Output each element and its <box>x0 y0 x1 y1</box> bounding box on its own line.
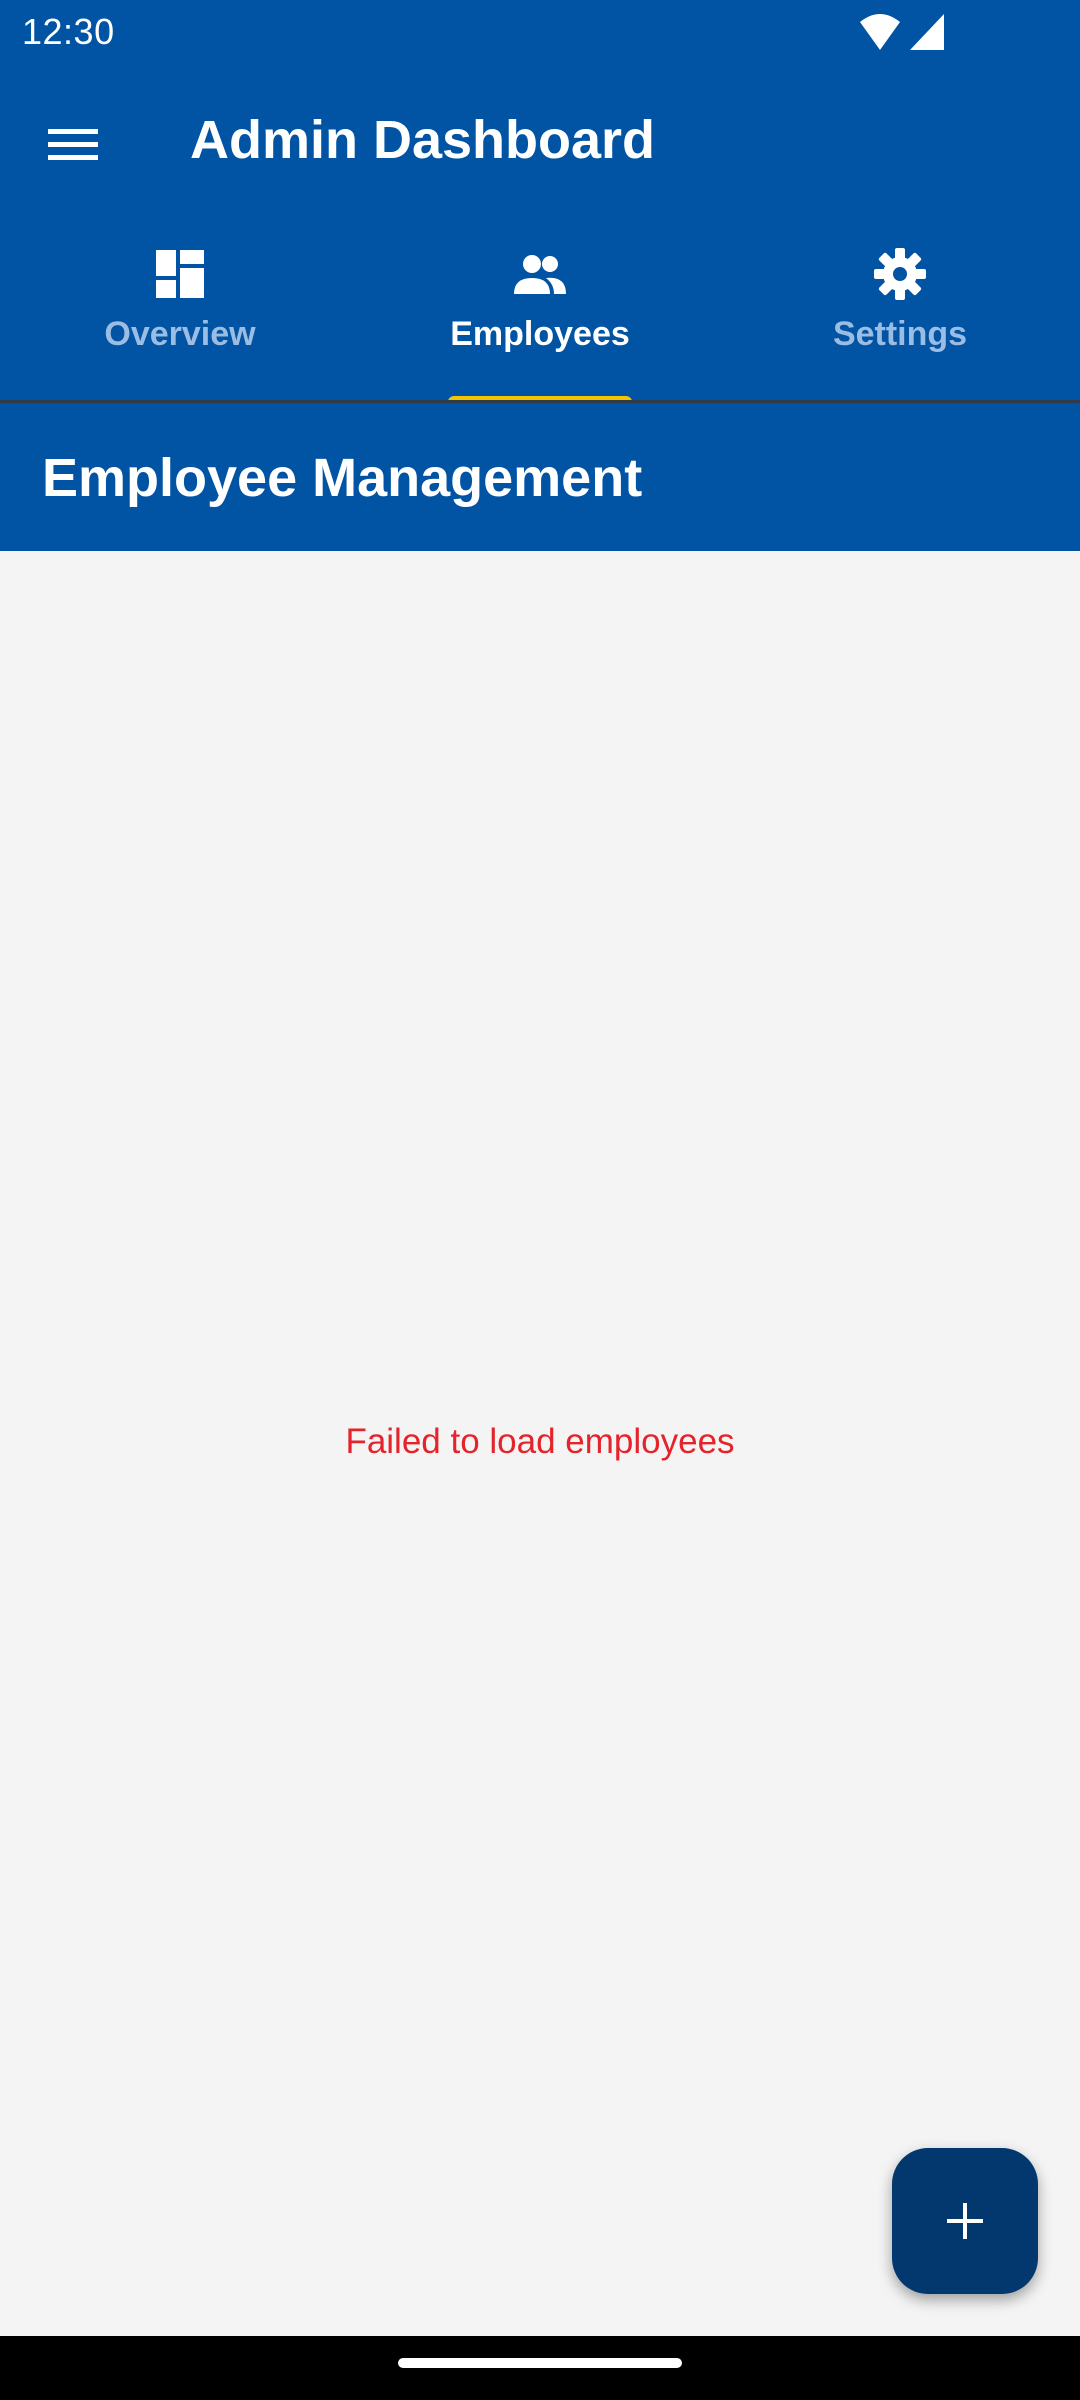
tab-bar: Overview Employees Settings <box>0 214 1080 404</box>
signal-icon <box>910 14 944 50</box>
tab-employees-label: Employees <box>450 315 630 353</box>
people-icon <box>514 255 566 294</box>
dashboard-icon <box>156 250 204 298</box>
gear-icon <box>874 248 926 300</box>
section-title: Employee Management <box>42 448 643 508</box>
menu-icon <box>48 129 98 160</box>
tab-settings-label: Settings <box>832 315 968 353</box>
menu-button[interactable] <box>30 102 116 188</box>
status-bar: 12:30 <box>0 0 1080 64</box>
status-icons <box>848 12 968 52</box>
tab-employees[interactable]: Employees <box>360 214 720 402</box>
tab-overview-label: Overview <box>104 315 256 353</box>
section-header: Employee Management <box>0 403 1080 551</box>
wifi-icon <box>860 14 900 50</box>
plus-icon <box>947 2203 983 2239</box>
status-time: 12:30 <box>22 11 115 52</box>
home-indicator[interactable] <box>398 2358 682 2368</box>
add-employee-button[interactable] <box>892 2148 1038 2294</box>
app-bar: Admin Dashboard <box>0 64 1080 214</box>
app-title: Admin Dashboard <box>190 110 656 170</box>
tab-settings[interactable]: Settings <box>720 214 1080 402</box>
system-nav-bar <box>0 2336 1080 2400</box>
error-message: Failed to load employees <box>345 1422 735 1461</box>
tab-overview[interactable]: Overview <box>0 214 360 402</box>
